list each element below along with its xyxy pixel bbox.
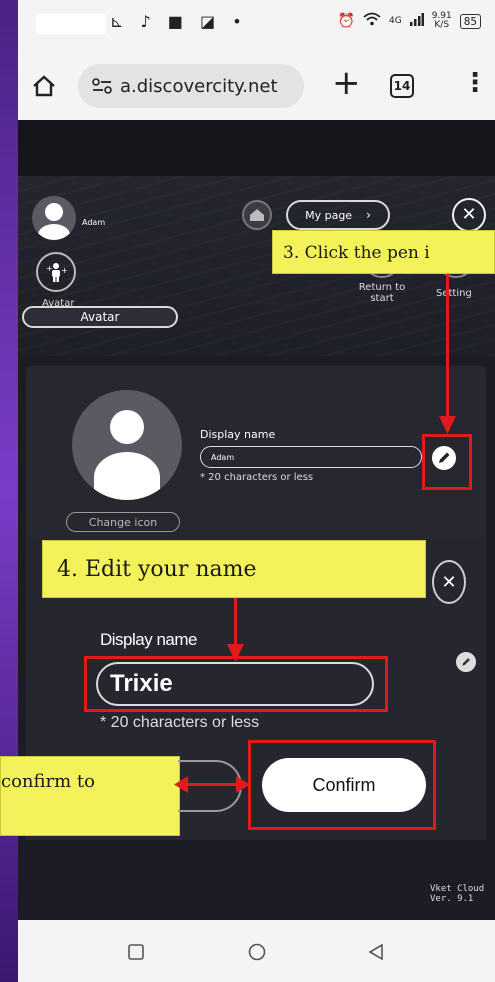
svg-text:+: + bbox=[61, 266, 67, 275]
arrow-step5-line bbox=[184, 783, 240, 786]
avatar-tab[interactable]: Avatar bbox=[22, 306, 178, 328]
change-icon-label: Change icon bbox=[88, 515, 158, 529]
setting-label: Setting bbox=[436, 288, 472, 299]
zoom-display-name-label: Display name bbox=[100, 630, 198, 649]
avatar-tab-label: Avatar bbox=[80, 310, 120, 324]
data-speed: 9.91 K/S bbox=[432, 12, 452, 30]
home-circle-icon[interactable] bbox=[248, 943, 266, 961]
close-button[interactable]: ✕ bbox=[452, 198, 486, 232]
arrow-step5-head-left bbox=[174, 776, 188, 793]
zoom-char-limit-hint: * 20 characters or less bbox=[100, 714, 260, 731]
chevron-right-icon: › bbox=[366, 208, 371, 222]
battery-icon: 85 bbox=[459, 13, 481, 29]
annotation-step5: confirm to bbox=[0, 756, 180, 836]
site-settings-icon[interactable] bbox=[92, 78, 112, 94]
zoom-pen-icon bbox=[462, 658, 470, 666]
version-line2: Ver. 9.1 bbox=[430, 894, 474, 904]
home-world-icon bbox=[250, 209, 264, 221]
version-line1: Vket Cloud bbox=[430, 884, 485, 894]
avatar-button[interactable]: + + bbox=[36, 252, 76, 292]
tab-switcher-button[interactable]: 14 bbox=[390, 74, 414, 98]
profile-avatar[interactable] bbox=[72, 390, 182, 500]
back-icon[interactable] bbox=[368, 944, 384, 960]
change-icon-button[interactable]: Change icon bbox=[66, 512, 180, 532]
annotation-step4: 4. Edit your name bbox=[42, 540, 426, 598]
user-avatar[interactable] bbox=[32, 196, 76, 240]
redacted-time bbox=[36, 14, 106, 34]
zoom-pen-button[interactable] bbox=[456, 652, 476, 672]
display-name-field[interactable]: Adam bbox=[200, 446, 422, 468]
return-label: Return to start bbox=[356, 282, 408, 304]
app-top-band bbox=[18, 120, 495, 176]
arrow-step3-line bbox=[446, 274, 449, 424]
network-label: 4G bbox=[389, 16, 402, 26]
svg-text:+: + bbox=[46, 264, 53, 273]
confirm-highlight-box bbox=[248, 740, 436, 830]
display-name-value: Adam bbox=[211, 452, 235, 462]
alarm-icon: ⏰ bbox=[337, 13, 355, 29]
new-tab-icon[interactable]: + bbox=[332, 66, 361, 100]
return-label-line2: start bbox=[370, 293, 394, 304]
annotation-step3: 3. Click the pen i bbox=[272, 230, 495, 274]
version-text: Vket Cloud Ver. 9.1 bbox=[430, 884, 484, 904]
browser-menu-icon[interactable]: ⋮ bbox=[462, 70, 488, 96]
phone-screen: ⊾ ♪ ■ ◪ • ⏰ 4G 9.91 K/S 85 a.discovercity… bbox=[0, 0, 495, 982]
display-name-label: Display name bbox=[200, 428, 276, 441]
vket-app: Adam + + Avatar My page › ✕ Return to sta… bbox=[0, 120, 495, 920]
zoom-close-button[interactable]: ✕ bbox=[432, 560, 466, 604]
home-icon[interactable] bbox=[32, 74, 56, 98]
notification-icons: ⊾ ♪ ■ ◪ • bbox=[110, 12, 248, 31]
close-icon: ✕ bbox=[461, 204, 477, 225]
username-label: Adam bbox=[82, 218, 106, 227]
wifi-icon bbox=[363, 12, 381, 30]
recent-apps-icon[interactable] bbox=[128, 944, 144, 960]
url-text[interactable]: a.discovercity.net bbox=[120, 76, 278, 97]
arrow-step3-head bbox=[439, 416, 456, 434]
name-field-highlight-box bbox=[84, 656, 388, 712]
speed-unit: K/S bbox=[434, 20, 450, 30]
browser-toolbar: a.discovercity.net + 14 ⋮ bbox=[18, 48, 495, 120]
address-bar[interactable]: a.discovercity.net bbox=[78, 64, 304, 108]
avatar-change-icon: + + bbox=[46, 263, 67, 282]
pen-highlight-box bbox=[422, 434, 472, 490]
char-limit-hint: * 20 characters or less bbox=[200, 472, 314, 483]
mypage-label: My page bbox=[305, 208, 353, 222]
android-navbar bbox=[18, 920, 495, 982]
home-world-button[interactable] bbox=[242, 200, 272, 230]
zoom-close-icon: ✕ bbox=[441, 571, 457, 593]
status-bar: ⊾ ♪ ■ ◪ • ⏰ 4G 9.91 K/S 85 bbox=[18, 0, 495, 48]
mypage-button[interactable]: My page › bbox=[286, 200, 390, 230]
system-icons: ⏰ 4G 9.91 K/S 85 bbox=[338, 12, 481, 30]
return-label-line1: Return to bbox=[358, 282, 406, 293]
signal-icon bbox=[409, 12, 424, 30]
